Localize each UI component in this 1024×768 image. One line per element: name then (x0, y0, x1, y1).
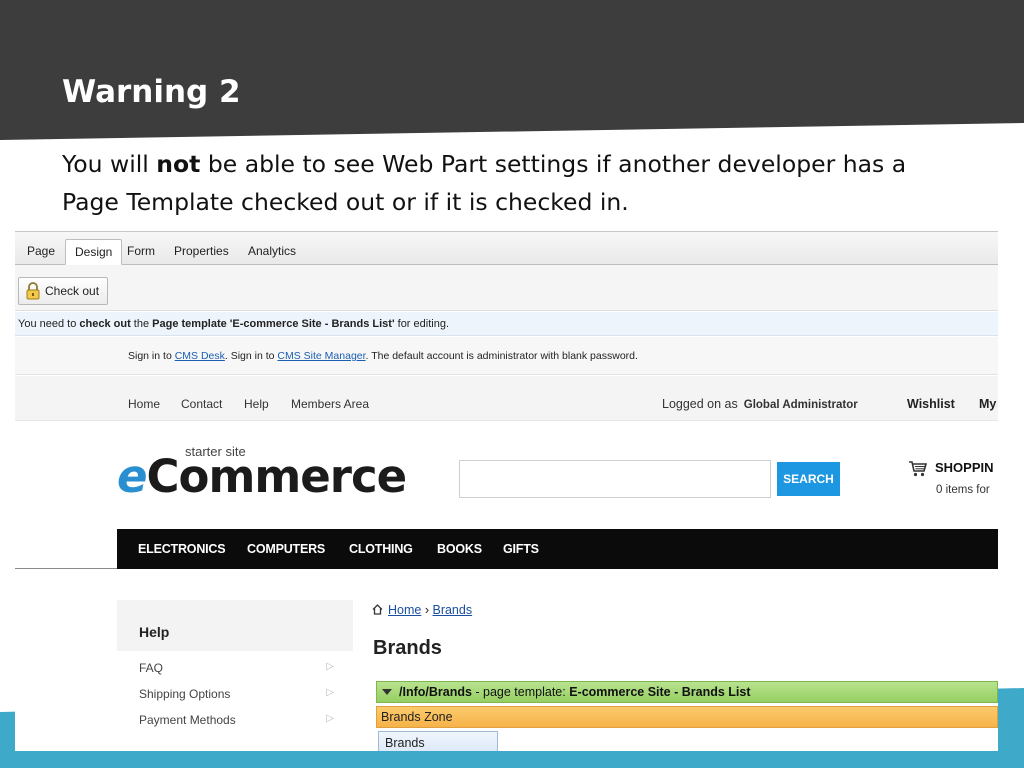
site-top-nav: Home Contact Help Members Area Logged on… (15, 376, 998, 421)
slide-body: You will not be able to see Web Part set… (62, 145, 962, 221)
info-text-check-out: check out (79, 318, 131, 330)
template-name: E-commerce Site - Brands List (569, 685, 751, 699)
page-template-bar[interactable]: /Info/Brands - page template: E-commerce… (376, 681, 998, 703)
tab-design[interactable]: Design (65, 239, 123, 265)
tab-properties[interactable]: Properties (165, 239, 238, 265)
category-clothing[interactable]: CLOTHING (349, 529, 413, 569)
breadcrumb-brands[interactable]: Brands (432, 603, 472, 617)
slide-title: Warning 2 (62, 74, 241, 110)
tab-form[interactable]: Form (118, 239, 164, 265)
page-title: Brands (373, 637, 442, 659)
category-computers[interactable]: COMPUTERS (247, 529, 325, 569)
template-path: /Info/Brands (399, 685, 472, 699)
logged-on-user[interactable]: Global Administrator (744, 399, 858, 411)
brands-webpart[interactable]: Brands (378, 731, 498, 751)
signin-notice: Sign in to CMS Desk. Sign in to CMS Site… (15, 337, 998, 375)
info-text-3: for editing. (394, 318, 449, 330)
help-item-payment-methods[interactable]: Payment Methods ▷ (139, 713, 334, 727)
cms-desk-link[interactable]: CMS Desk (175, 350, 225, 362)
tab-page[interactable]: Page (18, 239, 64, 265)
chevron-right-icon: ▷ (326, 661, 334, 672)
home-icon (372, 604, 383, 615)
info-text-template-name: Page template 'E-commerce Site - Brands … (152, 318, 395, 330)
cms-site-manager-link[interactable]: CMS Site Manager (277, 350, 365, 362)
logo-wordmark: Commerce (146, 450, 408, 503)
signin-text-3: . The default account is administrator w… (365, 350, 638, 362)
signin-text-2: . Sign in to (224, 350, 278, 362)
signin-text-1: Sign in to (128, 350, 175, 362)
cms-screenshot: Page Design Form Properties Analytics Ch… (15, 231, 998, 751)
logo-e-letter: e (117, 450, 148, 503)
info-text-2: the (130, 318, 153, 330)
brands-zone-bar[interactable]: Brands Zone (376, 706, 998, 728)
help-sidebar-title: Help (139, 624, 170, 640)
info-text-1: You need to (18, 318, 80, 330)
help-sidebar-header: Help (117, 600, 353, 651)
shopping-cart-count: 0 items for (936, 484, 990, 496)
admin-toolbar: Check out (15, 265, 998, 311)
category-electronics[interactable]: ELECTRONICS (138, 529, 226, 569)
category-bar-divider (15, 568, 117, 569)
help-item-faq[interactable]: FAQ ▷ (139, 661, 334, 675)
shopping-cart-title[interactable]: SHOPPIN (935, 460, 994, 475)
body-text-emphasis: not (156, 150, 201, 178)
lock-icon (26, 282, 40, 300)
help-sidebar: Help FAQ ▷ Shipping Options ▷ Payment Meth… (117, 600, 353, 751)
help-item-label: Payment Methods (139, 713, 236, 727)
chevron-right-icon: ▷ (326, 713, 334, 724)
admin-tab-bar: Page Design Form Properties Analytics (15, 232, 998, 265)
body-text-start: You will (62, 150, 157, 178)
check-out-button[interactable]: Check out (18, 277, 109, 305)
breadcrumb-home[interactable]: Home (388, 603, 421, 617)
site-header: starter site eCommerce SEARCH SHOPPIN 0 … (15, 422, 998, 529)
checkout-info-bar: You need to check out the Page template … (15, 312, 998, 336)
category-books[interactable]: BOOKS (437, 529, 482, 569)
logged-on-label: Logged on as (662, 397, 738, 411)
search-input[interactable] (459, 460, 771, 498)
triangle-down-icon[interactable] (382, 689, 392, 695)
help-item-label: FAQ (139, 661, 164, 675)
tab-analytics[interactable]: Analytics (239, 239, 305, 265)
help-item-shipping-options[interactable]: Shipping Options ▷ (139, 687, 334, 701)
category-gifts[interactable]: GIFTS (503, 529, 539, 569)
chevron-right-icon: ▷ (326, 687, 334, 698)
help-item-label: Shipping Options (139, 687, 231, 701)
search-button[interactable]: SEARCH (777, 462, 840, 496)
category-bar: ELECTRONICS COMPUTERS CLOTHING BOOKS GIF… (117, 529, 998, 569)
shopping-cart-icon[interactable] (909, 461, 927, 477)
template-bar-text: - page template: (471, 685, 570, 699)
breadcrumb-separator: › (424, 603, 429, 617)
check-out-label: Check out (45, 284, 100, 298)
breadcrumb: Home › Brands (372, 603, 472, 617)
ecommerce-logo[interactable]: eCommerce (117, 450, 408, 503)
